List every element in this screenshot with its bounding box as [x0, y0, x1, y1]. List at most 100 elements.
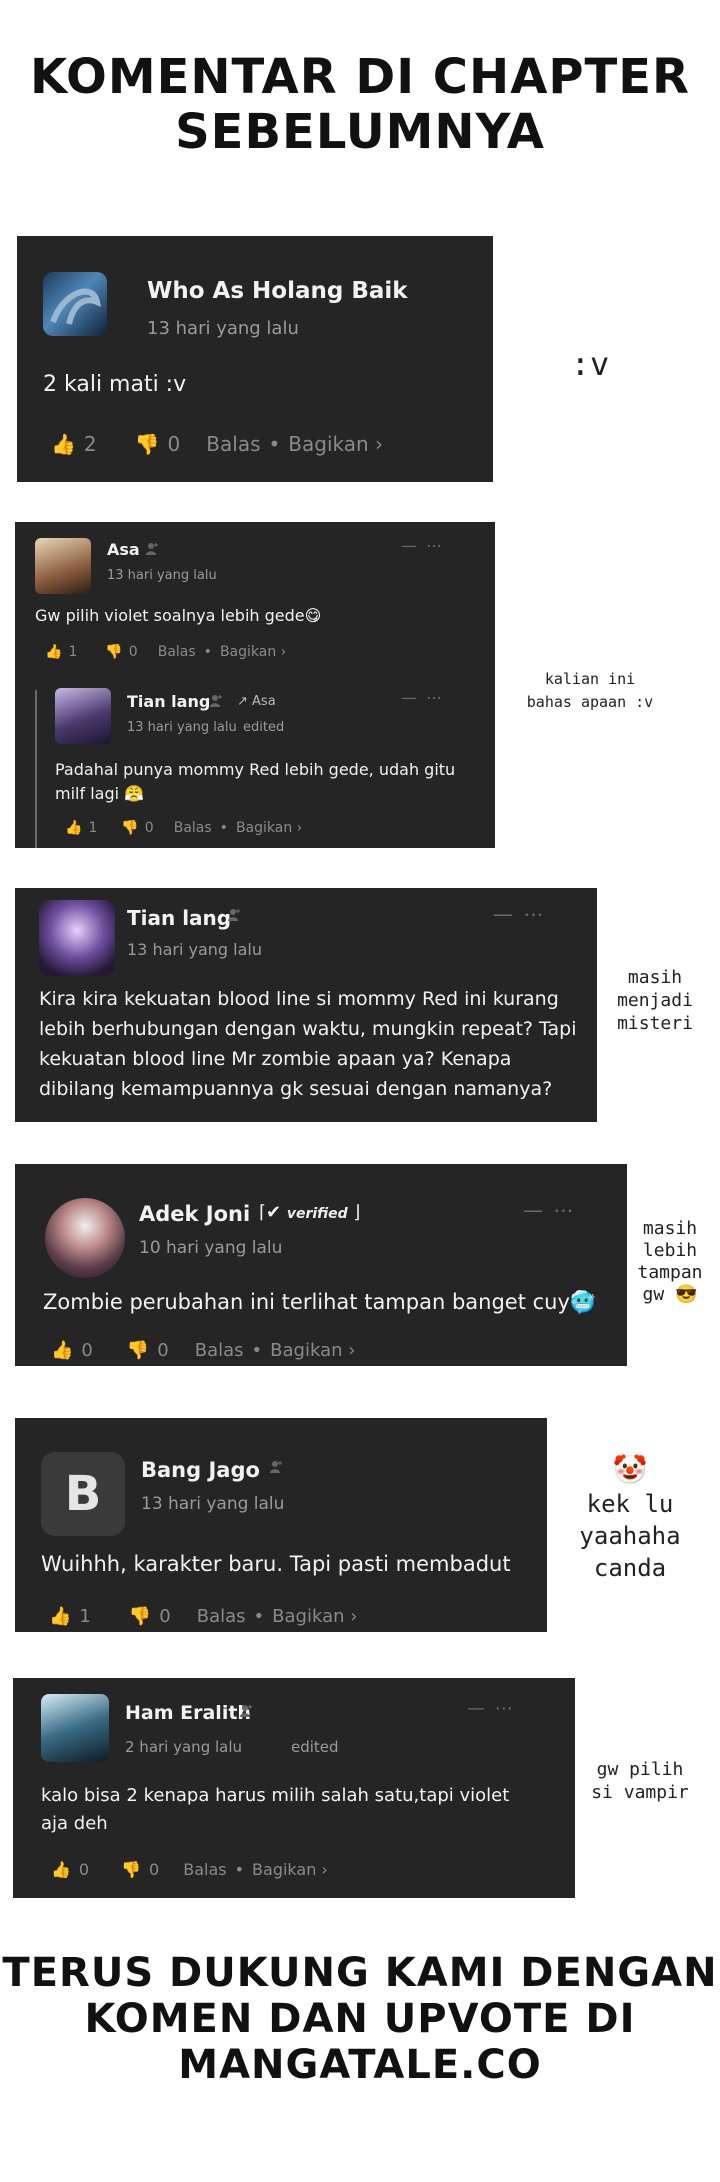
avatar-letter: B	[64, 1466, 102, 1522]
like-icon[interactable]: 👍	[51, 1340, 73, 1361]
menu-icon[interactable]: — ⋯	[467, 1698, 515, 1719]
like-count: 0	[78, 1860, 90, 1879]
add-user-icon[interactable]	[269, 1460, 283, 1474]
side-note: masih menjadi misteri	[617, 967, 693, 1034]
dislike-icon[interactable]: 👎	[127, 1340, 149, 1361]
page-title: KOMENTAR DI CHAPTER SEBELUMNYA	[0, 49, 720, 160]
separator-dot: •	[268, 432, 281, 456]
comment-author[interactable]: Ham Eralith	[125, 1702, 251, 1724]
menu-icon[interactable]: — ⋯	[401, 536, 444, 555]
footer-line-1: TERUS DUKUNG KAMI DENGAN	[2, 1950, 718, 1996]
like-icon[interactable]: 👍	[45, 644, 62, 660]
like-icon[interactable]: 👍	[49, 1606, 71, 1627]
like-count: 0	[81, 1340, 93, 1361]
reply-actions: 👍 1 👎 0 Balas • Bagikan ›	[65, 820, 302, 836]
like-icon[interactable]: 👍	[65, 820, 82, 836]
side-note: masih lebih tampan gw 😎	[637, 1218, 703, 1305]
dislike-count: 0	[144, 820, 154, 836]
share-button[interactable]: Bagikan ›	[288, 432, 383, 456]
comment-author[interactable]: Tian lang	[127, 906, 231, 930]
side-note: kalian ini bahas apaan :v	[526, 670, 654, 711]
reply-button[interactable]: Balas	[158, 644, 196, 660]
reply-button[interactable]: Balas	[174, 820, 212, 836]
comment-time: 13 hari yang lalu	[127, 940, 262, 959]
add-user-icon[interactable]	[227, 908, 241, 922]
comment-time: 2 hari yang lalu	[125, 1738, 243, 1756]
footer-line-3: MANGATALE.CO	[178, 2042, 542, 2088]
comment-card: Tian lang — ⋯ 13 hari yang lalu Kira kir…	[15, 888, 597, 1122]
like-count: 1	[79, 1606, 91, 1627]
comment-card: Ham Eralith — ⋯ 2 hari yang lalu edited …	[13, 1678, 575, 1898]
snake-icon	[50, 288, 102, 325]
dislike-count: 0	[128, 644, 138, 660]
like-icon[interactable]: 👍	[51, 432, 76, 456]
avatar	[41, 1694, 109, 1762]
comment-actions: 👍 1 👎 0 Balas • Bagikan ›	[49, 1606, 357, 1627]
comment-text: Kira kira kekuatan blood line si mommy R…	[39, 988, 577, 1100]
dislike-icon[interactable]: 👎	[121, 820, 138, 836]
side-note-emoji: 🤡	[612, 1453, 648, 1486]
verified-badge: ⌈✔ verified ⌋	[259, 1202, 361, 1223]
like-icon[interactable]: 👍	[51, 1860, 71, 1879]
separator-dot: •	[203, 644, 212, 660]
like-count: 1	[88, 820, 98, 836]
reply-to-name[interactable]: Asa	[252, 694, 276, 709]
menu-icon[interactable]: — ⋯	[401, 688, 444, 707]
share-button[interactable]: Bagikan ›	[272, 1606, 357, 1627]
add-user-icon[interactable]	[209, 694, 223, 708]
footer-text: TERUS DUKUNG KAMI DENGAN KOMEN DAN UPVOT…	[0, 1950, 720, 2088]
separator-dot: •	[234, 1860, 245, 1879]
dislike-count: 0	[167, 432, 181, 456]
share-button[interactable]: Bagikan ›	[252, 1860, 328, 1879]
edited-label: edited	[243, 720, 285, 735]
footer-line-2: KOMEN DAN UPVOTE DI	[84, 1996, 636, 2042]
dislike-icon[interactable]: 👎	[129, 1606, 151, 1627]
dislike-icon[interactable]: 👎	[121, 1860, 141, 1879]
add-user-icon[interactable]	[145, 542, 159, 556]
reply-text: Padahal punya mommy Red lebih gede, udah…	[55, 760, 456, 803]
side-note: kek lu yaahaha canda	[579, 1490, 681, 1582]
reply-button[interactable]: Balas	[197, 1606, 246, 1627]
comment-text: Gw pilih violet soalnya lebih gede😋	[35, 606, 322, 625]
menu-icon[interactable]: — ⋯	[493, 902, 545, 926]
comment-author[interactable]: Bang Jago	[141, 1458, 260, 1482]
avatar: B	[41, 1452, 125, 1536]
dislike-count: 0	[159, 1606, 171, 1627]
comment-time: 10 hari yang lalu	[139, 1238, 283, 1258]
reply-arrow-icon: ↗	[237, 694, 253, 709]
dislike-icon[interactable]: 👎	[105, 644, 122, 660]
comment-text: Wuihhh, karakter baru. Tapi pasti membad…	[41, 1552, 511, 1576]
separator-dot: •	[219, 820, 228, 836]
comment-text: Zombie perubahan ini terlihat tampan ban…	[43, 1290, 597, 1314]
menu-icon[interactable]: — ⋯	[523, 1198, 575, 1222]
reply-button[interactable]: Balas	[195, 1340, 244, 1361]
reply-to: ↗ Asa	[237, 694, 276, 709]
dislike-icon[interactable]: 👎	[135, 432, 160, 456]
reply-button[interactable]: Balas	[183, 1860, 226, 1879]
comment-text: 2 kali mati :v	[43, 372, 187, 397]
comment-author[interactable]: Who As Holang Baik	[147, 278, 408, 304]
comment-card: B Bang Jago 13 hari yang lalu Wuihhh, ka…	[15, 1418, 547, 1632]
like-count: 2	[83, 432, 97, 456]
share-button[interactable]: Bagikan ›	[236, 820, 302, 836]
comment-author[interactable]: Adek Joni	[139, 1202, 250, 1226]
add-user-icon[interactable]	[239, 1704, 253, 1718]
edited-label: edited	[291, 1738, 339, 1756]
comment-actions: 👍 0 👎 0 Balas • Bagikan ›	[51, 1860, 328, 1879]
avatar	[55, 688, 111, 744]
separator-dot: •	[251, 1340, 263, 1361]
comment-actions: 👍 1 👎 0 Balas • Bagikan ›	[45, 644, 286, 660]
side-note: gw pilih si vampir	[591, 1759, 689, 1803]
comment-card: Asa — ⋯ 13 hari yang lalu Gw pilih viole…	[15, 522, 495, 848]
reply-author[interactable]: Tian lang	[127, 692, 210, 711]
reply-button[interactable]: Balas	[206, 432, 260, 456]
share-button[interactable]: Bagikan ›	[270, 1340, 355, 1361]
comment-actions: 👍 0 👎 0 Balas • Bagikan ›	[51, 1340, 355, 1361]
comment-time: 13 hari yang lalu	[141, 1494, 285, 1514]
comment-actions: 👍 2 👎 0 Balas • Bagikan ›	[51, 432, 383, 456]
comment-author[interactable]: Asa	[107, 540, 140, 559]
page-title-line-1: KOMENTAR DI CHAPTER	[29, 49, 691, 105]
avatar	[39, 900, 115, 976]
avatar	[35, 538, 91, 594]
share-button[interactable]: Bagikan ›	[220, 644, 286, 660]
